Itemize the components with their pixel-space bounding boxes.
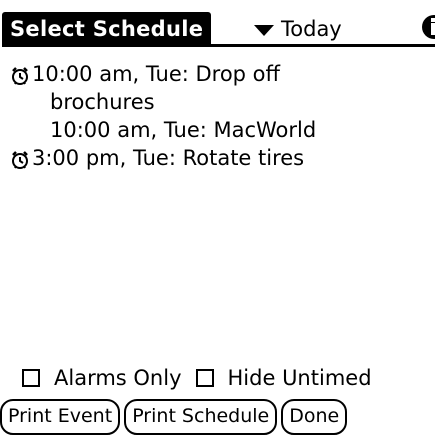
print-schedule-button[interactable]: Print Schedule (124, 399, 278, 435)
button-bar: Print Event Print Schedule Done (0, 399, 435, 435)
filter-options: Alarms Only Hide Untimed (22, 366, 372, 390)
list-item[interactable]: 10:00 am, Tue: MacWorld (10, 116, 430, 144)
alarms-only-checkbox[interactable] (22, 369, 40, 387)
alarm-clock-icon (12, 67, 28, 85)
hide-untimed-checkbox[interactable] (195, 369, 214, 387)
range-selected-value: Today (281, 17, 342, 41)
alarm-clock-icon (12, 151, 28, 169)
title-underline (2, 44, 435, 47)
dropdown-triangle-icon (254, 24, 274, 36)
event-text-continued: brochures (50, 90, 155, 114)
print-event-button[interactable]: Print Event (0, 399, 121, 435)
event-list: 10:00 am, Tue: Drop off brochures 10:00 … (10, 60, 430, 172)
event-text: 10:00 am, Tue: MacWorld (50, 118, 317, 142)
list-item[interactable]: 10:00 am, Tue: Drop off brochures (10, 60, 430, 116)
title-bar: Select Schedule Today (0, 0, 435, 50)
alarms-only-label: Alarms Only (54, 366, 182, 390)
range-dropdown[interactable]: Today (254, 14, 342, 44)
page-title: Select Schedule (2, 12, 212, 46)
list-item[interactable]: 3:00 pm, Tue: Rotate tires (10, 144, 430, 172)
event-text: 10:00 am, Tue: Drop off (32, 62, 281, 86)
hide-untimed-label: Hide Untimed (227, 366, 372, 390)
info-icon[interactable] (421, 14, 435, 40)
done-button[interactable]: Done (281, 399, 348, 435)
event-text: 3:00 pm, Tue: Rotate tires (32, 146, 305, 170)
